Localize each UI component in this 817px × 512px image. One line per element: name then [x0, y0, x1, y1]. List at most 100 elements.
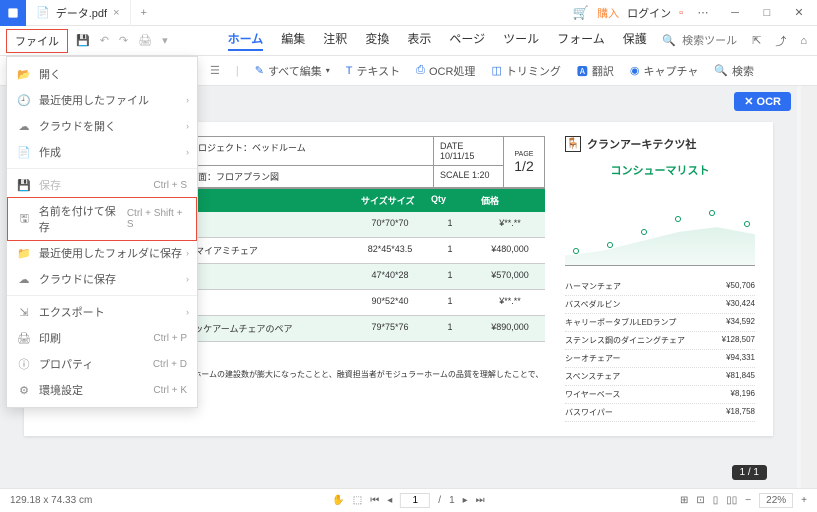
undo-icon[interactable]: ↶: [100, 34, 109, 47]
minimize-button[interactable]: ─: [723, 3, 747, 23]
add-tab-button[interactable]: +: [131, 7, 157, 19]
area-chart: [565, 186, 755, 266]
export-icon: ⇲: [17, 306, 31, 319]
close-icon[interactable]: ×: [113, 7, 119, 19]
vertical-scrollbar[interactable]: [801, 86, 817, 488]
tab-form[interactable]: フォーム: [557, 30, 605, 51]
separator: [7, 295, 197, 296]
menu-recent-files[interactable]: 🕘最近使用したファイル›: [7, 87, 197, 113]
cell-project: プロジェクト：ベッドルーム: [183, 137, 434, 166]
save-icon[interactable]: 💾: [76, 34, 90, 47]
redo-icon[interactable]: ↷: [119, 34, 128, 47]
menu-recent-folder[interactable]: 📁最近使用したフォルダに保存›: [7, 240, 197, 266]
text-button[interactable]: Tテキスト: [346, 63, 400, 79]
login-link[interactable]: ログイン: [627, 5, 671, 21]
translate-icon: 🅰: [577, 63, 588, 79]
share-icon[interactable]: ⇱: [748, 34, 765, 47]
single-page-icon[interactable]: ▯: [713, 495, 719, 506]
tab-protect[interactable]: 保護: [623, 30, 647, 51]
upload-icon[interactable]: ⤴: [771, 33, 790, 49]
file-menu-button[interactable]: ファイル: [6, 29, 68, 53]
zoom-in-button[interactable]: +: [801, 495, 807, 506]
menu-open[interactable]: 📂開く: [7, 61, 197, 87]
prev-page-icon[interactable]: ◂: [387, 495, 392, 506]
crop-icon: ◫: [491, 64, 501, 77]
translate-button[interactable]: 🅰翻訳: [577, 63, 614, 79]
notification-icon[interactable]: ▫: [679, 7, 683, 19]
search-button[interactable]: 🔍検索: [714, 63, 754, 79]
zoom-value[interactable]: 22%: [759, 493, 793, 508]
next-page-icon[interactable]: ▸: [463, 495, 468, 506]
file-icon: 📄: [36, 6, 50, 19]
tab-convert[interactable]: 変換: [365, 30, 389, 51]
tab-label: データ.pdf: [56, 5, 107, 21]
clock-icon: 🕘: [17, 94, 31, 107]
tab-edit[interactable]: 編集: [281, 30, 305, 51]
page-input[interactable]: [400, 493, 430, 508]
menu-create[interactable]: 📄作成›: [7, 139, 197, 165]
price-row: シーオチェアー¥94,331: [565, 350, 755, 368]
sidebar-toggle-icon[interactable]: ☰: [210, 64, 220, 77]
close-button[interactable]: ✕: [787, 3, 811, 23]
chevron-right-icon: ›: [186, 121, 189, 131]
fit-width-icon[interactable]: ⊡: [696, 495, 704, 506]
buy-link[interactable]: 購入: [597, 5, 619, 21]
search-icon: 🔍: [714, 64, 728, 77]
zoom-out-button[interactable]: −: [745, 495, 751, 506]
menubar: ファイル 💾 ↶ ↷ 🖨 ▾ ホーム 編集 注釈 変換 表示 ページ ツール フ…: [0, 26, 817, 56]
chevron-right-icon: ›: [186, 274, 189, 284]
brand: 🪑クランアーキテクツ社: [565, 136, 755, 152]
two-page-icon[interactable]: ▯▯: [726, 495, 737, 506]
cursor-coords: 129.18 x 74.33 cm: [10, 495, 92, 506]
tab-active[interactable]: 📄 データ.pdf ×: [26, 0, 131, 26]
fit-page-icon[interactable]: ⊞: [680, 495, 688, 506]
menu-icon[interactable]: ⋯: [691, 3, 715, 23]
gear-icon: ⚙: [17, 384, 31, 397]
tab-tools[interactable]: ツール: [503, 30, 539, 51]
statusbar: 129.18 x 74.33 cm ✋ ⬚ ⏮ ◂ /1 ▸ ⏭ ⊞ ⊡ ▯ ▯…: [0, 488, 817, 512]
home-icon[interactable]: ⌂: [796, 35, 811, 47]
menu-open-cloud[interactable]: ☁クラウドを開く›: [7, 113, 197, 139]
price-row: ステンレス鋼のダイニングチェア¥128,507: [565, 332, 755, 350]
last-page-icon[interactable]: ⏭: [476, 495, 485, 506]
cell-drawing: 図面：フロアプラン図: [183, 166, 434, 188]
first-page-icon[interactable]: ⏮: [370, 495, 379, 506]
price-row: ワイヤーベース¥8,196: [565, 386, 755, 404]
price-row: ハーマンチェア¥50,706: [565, 278, 755, 296]
menu-settings[interactable]: ⚙環境設定Ctrl + K: [7, 377, 197, 403]
trim-button[interactable]: ◫トリミング: [491, 63, 560, 79]
tab-view[interactable]: 表示: [407, 30, 431, 51]
menu-save-as[interactable]: 🖫名前を付けて保存Ctrl + Shift + S: [7, 197, 197, 241]
menu-export[interactable]: ⇲エクスポート›: [7, 299, 197, 325]
capture-button[interactable]: ◉キャプチャ: [630, 63, 699, 79]
print-icon[interactable]: 🖨: [138, 34, 152, 47]
menu-properties[interactable]: ⓘプロパティCtrl + D: [7, 351, 197, 377]
cart-icon[interactable]: 🛒: [573, 5, 589, 21]
menu-print[interactable]: 🖨印刷Ctrl + P: [7, 325, 197, 351]
price-row: バスペダルビン¥30,424: [565, 296, 755, 314]
text-icon: T: [346, 65, 353, 77]
menu-save-cloud[interactable]: ☁クラウドに保存›: [7, 266, 197, 292]
ocr-button[interactable]: ⎙OCR処理: [416, 63, 475, 79]
new-icon: 📄: [17, 146, 31, 159]
hand-icon[interactable]: ✋: [332, 495, 344, 506]
camera-icon: ◉: [630, 64, 640, 77]
tab-home[interactable]: ホーム: [228, 30, 264, 51]
ocr-floating-button[interactable]: ✕ OCR: [734, 92, 791, 111]
cursor-icon[interactable]: ⬚: [353, 495, 362, 506]
chevron-down-icon[interactable]: ▾: [162, 34, 168, 47]
chevron-right-icon: ›: [186, 95, 189, 105]
save-icon: 💾: [17, 179, 31, 192]
cell-page: PAGE1/2: [504, 137, 544, 188]
maximize-button[interactable]: □: [755, 3, 779, 23]
page-total: 1: [449, 495, 455, 506]
tab-annotate[interactable]: 注釈: [323, 30, 347, 51]
separator: [7, 168, 197, 169]
cloud-icon: ☁: [17, 120, 31, 133]
tab-page[interactable]: ページ: [449, 30, 485, 51]
price-row: キャリーポータブルLEDランプ¥34,592: [565, 314, 755, 332]
cell-date: DATE 10/11/15: [434, 137, 504, 166]
search-input[interactable]: [682, 35, 742, 47]
price-row: バスワイパー¥18,758: [565, 404, 755, 422]
edit-all-button[interactable]: ✎すべて編集▾: [255, 63, 330, 79]
